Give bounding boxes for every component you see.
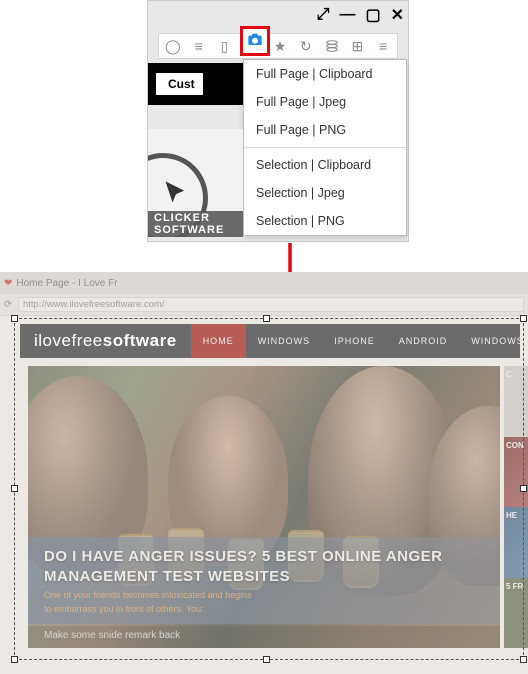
black-navbar-fragment: Cust — [148, 63, 243, 105]
address-bar: ⟳ http://www.ilovefreesoftware.com/ — [0, 294, 528, 316]
resize-handle-sw[interactable] — [11, 656, 18, 663]
star-icon[interactable]: ★ — [272, 38, 288, 54]
preview-thumbnail: CLICKER SOFTWARE — [148, 129, 243, 237]
resize-handle-se[interactable] — [520, 656, 527, 663]
menu-separator — [244, 147, 406, 148]
list-icon[interactable]: ≡ — [191, 38, 207, 54]
url-input[interactable]: http://www.ilovefreesoftware.com/ — [18, 297, 524, 312]
menu-icon[interactable]: ≡ — [375, 38, 391, 54]
resize-handle-s[interactable] — [263, 656, 270, 663]
resize-handle-w[interactable] — [11, 485, 18, 492]
toolbar-panel: ⤢ — ▢ ✕ ◯ ≡ ▯ ★ ↻ ⊞ ≡ Full Page | Clipbo… — [147, 0, 409, 242]
screenshot-dropdown: Full Page | Clipboard Full Page | Jpeg F… — [243, 59, 407, 236]
grid-icon[interactable]: ⊞ — [349, 38, 365, 54]
tab-title[interactable]: Home Page - I Love Fr — [16, 278, 117, 289]
menu-fullpage-png[interactable]: Full Page | PNG — [244, 116, 406, 144]
resize-handle-n[interactable] — [263, 315, 270, 322]
selection-marquee[interactable] — [14, 318, 524, 660]
customize-button[interactable]: Cust — [156, 73, 203, 95]
document-icon[interactable]: ▯ — [217, 38, 233, 54]
expand-diagonal-icon[interactable]: ⤢ — [317, 6, 330, 24]
heart-icon: ❤ — [4, 278, 12, 289]
camera-icon[interactable] — [247, 32, 263, 51]
stack-icon[interactable] — [324, 38, 340, 54]
refresh-icon[interactable]: ↻ — [298, 38, 314, 54]
close-icon[interactable]: ✕ — [391, 5, 404, 25]
browser-window: ❤ Home Page - I Love Fr ⟳ http://www.ilo… — [0, 272, 528, 674]
maximize-icon[interactable]: ▢ — [365, 5, 380, 25]
resize-handle-ne[interactable] — [520, 315, 527, 322]
reload-icon[interactable]: ⟳ — [4, 299, 12, 310]
tab-bar: ❤ Home Page - I Love Fr — [0, 272, 528, 294]
menu-selection-png[interactable]: Selection | PNG — [244, 207, 406, 235]
circle-icon[interactable]: ◯ — [165, 38, 181, 54]
minimize-icon[interactable]: — — [339, 6, 355, 24]
menu-fullpage-jpeg[interactable]: Full Page | Jpeg — [244, 88, 406, 116]
menu-fullpage-clipboard[interactable]: Full Page | Clipboard — [244, 60, 406, 88]
menu-selection-clipboard[interactable]: Selection | Clipboard — [244, 151, 406, 179]
menu-selection-jpeg[interactable]: Selection | Jpeg — [244, 179, 406, 207]
icon-toolbar: ◯ ≡ ▯ ★ ↻ ⊞ ≡ — [158, 33, 398, 59]
resize-handle-nw[interactable] — [11, 315, 18, 322]
preview-caption: CLICKER SOFTWARE — [148, 211, 243, 237]
window-controls: ⤢ — ▢ ✕ — [317, 5, 404, 25]
resize-handle-e[interactable] — [520, 485, 527, 492]
camera-button-highlight — [240, 26, 270, 56]
